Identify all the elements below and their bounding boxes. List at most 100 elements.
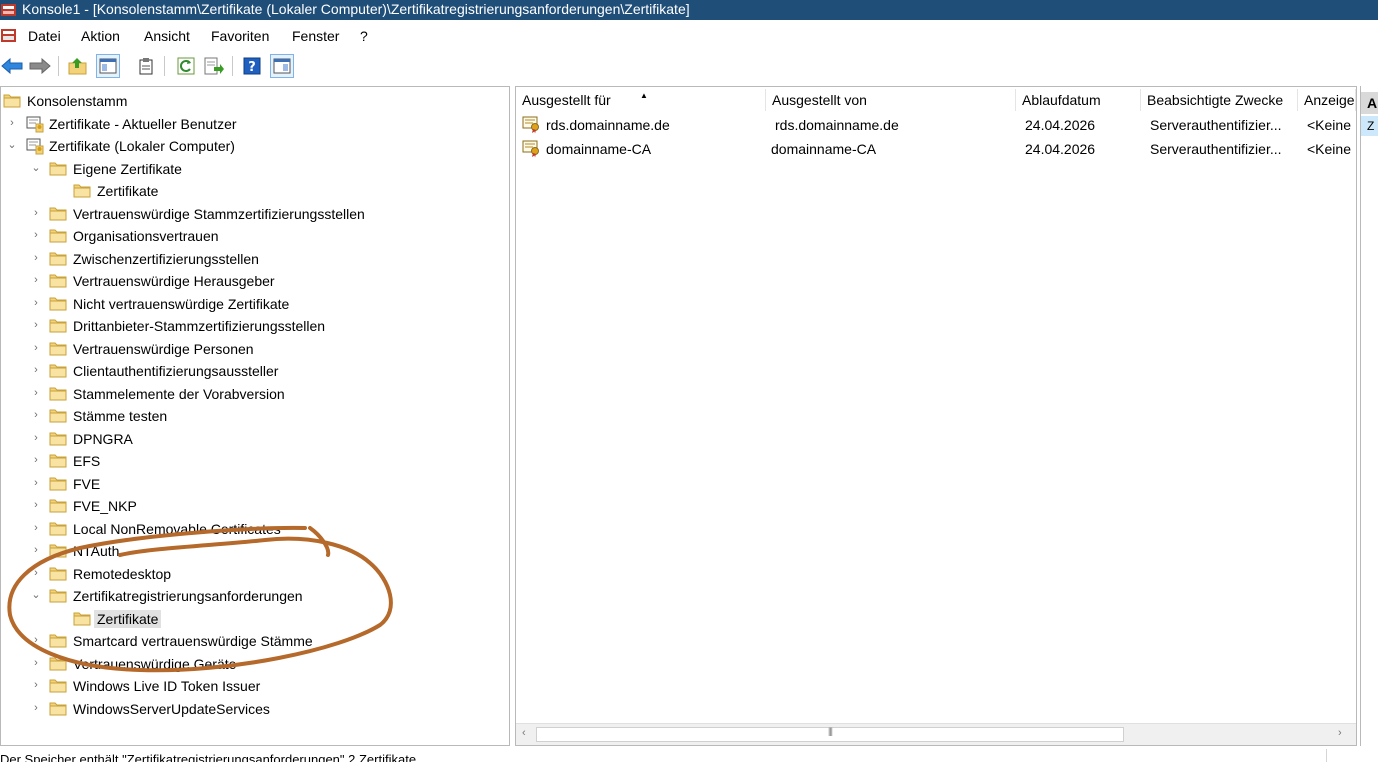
tree-node-label: Zwischenzertifizierungsstellen: [73, 250, 259, 267]
chevron-down-icon[interactable]: ⌄: [31, 589, 41, 601]
tree-node[interactable]: › Vertrauenswürdige Geräte: [1, 653, 506, 675]
horizontal-scrollbar[interactable]: ‹ ||| ›: [516, 723, 1356, 745]
tree-node-label: FVE: [73, 475, 101, 492]
tree-node[interactable]: › Remotedesktop: [1, 563, 506, 585]
tree-node-label: Stammelemente der Vorabversion: [73, 385, 285, 402]
chevron-right-icon[interactable]: ›: [31, 319, 41, 331]
folder-icon: [49, 207, 67, 220]
refresh-button[interactable]: [174, 54, 198, 78]
chevron-right-icon[interactable]: ›: [7, 117, 17, 129]
export-list-button[interactable]: [202, 54, 226, 78]
column-header-ausgestellt-von[interactable]: Ausgestellt von: [766, 89, 1016, 111]
tree-node[interactable]: › Clientauthentifizierungsaussteller: [1, 360, 506, 382]
tree-node[interactable]: › Vertrauenswürdige Herausgeber: [1, 270, 506, 292]
tree-node[interactable]: › Organisationsvertrauen: [1, 225, 506, 247]
chevron-right-icon[interactable]: ›: [31, 544, 41, 556]
menu-bar: Datei Aktion Ansicht Favoriten Fenster ?: [0, 24, 1378, 48]
tree-node[interactable]: ⌄ Zertifikatregistrierungsanforderungen: [1, 585, 506, 607]
tree-node[interactable]: › FVE_NKP: [1, 495, 506, 517]
tree-node[interactable]: Zertifikate: [1, 608, 506, 630]
tree-node[interactable]: › Stammelemente der Vorabversion: [1, 383, 506, 405]
console-menu-icon[interactable]: [0, 27, 18, 45]
action-pane-header: A: [1361, 92, 1378, 114]
show-hide-action-pane-button[interactable]: [270, 54, 294, 78]
folder-icon: [49, 477, 67, 490]
chevron-right-icon[interactable]: ›: [31, 342, 41, 354]
tree-node[interactable]: Zertifikate: [1, 180, 506, 202]
chevron-right-icon[interactable]: ›: [31, 387, 41, 399]
chevron-right-icon[interactable]: ›: [31, 409, 41, 421]
column-header-beabsichtigte-zwecke[interactable]: Beabsichtigte Zwecke: [1141, 89, 1298, 111]
forward-button[interactable]: [28, 54, 52, 78]
tree-node-label: Zertifikate: [97, 183, 159, 199]
tree-node[interactable]: › DPNGRA: [1, 428, 506, 450]
tree-node[interactable]: › Stämme testen: [1, 405, 506, 427]
chevron-right-icon[interactable]: ›: [31, 657, 41, 669]
chevron-right-icon[interactable]: ›: [31, 454, 41, 466]
menu-ansicht[interactable]: Ansicht: [144, 28, 190, 44]
chevron-right-icon[interactable]: ›: [31, 364, 41, 376]
tree-node[interactable]: › Vertrauenswürdige Personen: [1, 338, 506, 360]
menu-aktion[interactable]: Aktion: [81, 28, 120, 44]
tree-node[interactable]: Konsolenstamm: [1, 90, 506, 112]
tree-node[interactable]: › Smartcard vertrauenswürdige Stämme: [1, 630, 506, 652]
column-header-anzeige[interactable]: Anzeige: [1298, 89, 1356, 111]
up-one-level-button[interactable]: [66, 54, 90, 78]
action-pane-item[interactable]: Z: [1361, 116, 1378, 136]
tree-node[interactable]: › Local NonRemovable Certificates: [1, 518, 506, 540]
table-row[interactable]: domainname-CA domainname-CA 24.04.2026 Serv…: [516, 139, 1356, 161]
chevron-right-icon[interactable]: ›: [31, 634, 41, 646]
tree-node[interactable]: › Drittanbieter-Stammzertifizierungsstell…: [1, 315, 506, 337]
refresh-icon: [177, 57, 195, 75]
chevron-right-icon[interactable]: ›: [31, 477, 41, 489]
help-button[interactable]: ?: [240, 54, 264, 78]
tree-node[interactable]: › Zwischenzertifizierungsstellen: [1, 248, 506, 270]
clipboard-button[interactable]: [134, 54, 158, 78]
folder-icon: [49, 364, 67, 378]
scroll-left-icon[interactable]: ‹: [522, 727, 526, 739]
chevron-right-icon[interactable]: ›: [31, 679, 41, 691]
tree-node[interactable]: › Vertrauenswürdige Stammzertifizierungss…: [1, 203, 506, 225]
tree-node[interactable]: ⌄ Zertifikate (Lokaler Computer): [1, 135, 506, 157]
console-tree[interactable]: Konsolenstamm › Zertifikate - Aktueller Be…: [0, 86, 510, 746]
tree-node[interactable]: › FVE: [1, 473, 506, 495]
tree-node[interactable]: › NTAuth: [1, 540, 506, 562]
folder-icon: [49, 297, 67, 310]
back-button[interactable]: [0, 54, 24, 78]
column-header-ausgestellt-fuer[interactable]: Ausgestellt für ▲: [516, 89, 766, 111]
forward-arrow-icon: [29, 58, 51, 74]
tree-node[interactable]: › EFS: [1, 450, 506, 472]
chevron-down-icon[interactable]: ⌄: [31, 162, 41, 174]
chevron-right-icon[interactable]: ›: [31, 567, 41, 579]
chevron-down-icon[interactable]: ⌄: [7, 139, 17, 151]
clipboard-icon: [139, 58, 153, 75]
chevron-right-icon[interactable]: ›: [31, 274, 41, 286]
chevron-right-icon[interactable]: ›: [31, 432, 41, 444]
mmc-app-icon[interactable]: [0, 2, 18, 18]
chevron-right-icon[interactable]: ›: [31, 229, 41, 241]
tree-node-label: Stämme testen: [73, 408, 168, 424]
table-row[interactable]: rds.domainname.de rds.domainname.de 24.04.…: [516, 115, 1356, 137]
folder-icon: [3, 94, 21, 108]
chevron-right-icon[interactable]: ›: [31, 297, 41, 309]
chevron-right-icon[interactable]: ›: [31, 499, 41, 511]
show-hide-tree-button[interactable]: [96, 54, 120, 78]
menu-help[interactable]: ?: [360, 28, 368, 44]
certificate-list[interactable]: Ausgestellt für ▲ Ausgestellt von Ablauf…: [515, 86, 1357, 746]
menu-fenster[interactable]: Fenster: [292, 28, 339, 44]
chevron-right-icon[interactable]: ›: [31, 702, 41, 714]
tree-node-label: Organisationsvertrauen: [73, 228, 219, 244]
chevron-right-icon[interactable]: ›: [31, 522, 41, 534]
menu-datei[interactable]: Datei: [28, 28, 61, 44]
tree-node[interactable]: › Nicht vertrauenswürdige Zertifikate: [1, 293, 506, 315]
tree-node[interactable]: ⌄ Eigene Zertifikate: [1, 158, 506, 180]
chevron-right-icon[interactable]: ›: [31, 252, 41, 264]
tree-node[interactable]: › WindowsServerUpdateServices: [1, 698, 506, 720]
column-header-ablaufdatum[interactable]: Ablaufdatum: [1016, 89, 1141, 111]
tree-node[interactable]: › Zertifikate - Aktueller Benutzer: [1, 113, 506, 135]
tree-node-label: Drittanbieter-Stammzertifizierungsstelle…: [73, 318, 326, 334]
menu-favoriten[interactable]: Favoriten: [211, 28, 269, 44]
scroll-right-icon[interactable]: ›: [1338, 727, 1342, 739]
tree-node[interactable]: › Windows Live ID Token Issuer: [1, 675, 506, 697]
chevron-right-icon[interactable]: ›: [31, 207, 41, 219]
